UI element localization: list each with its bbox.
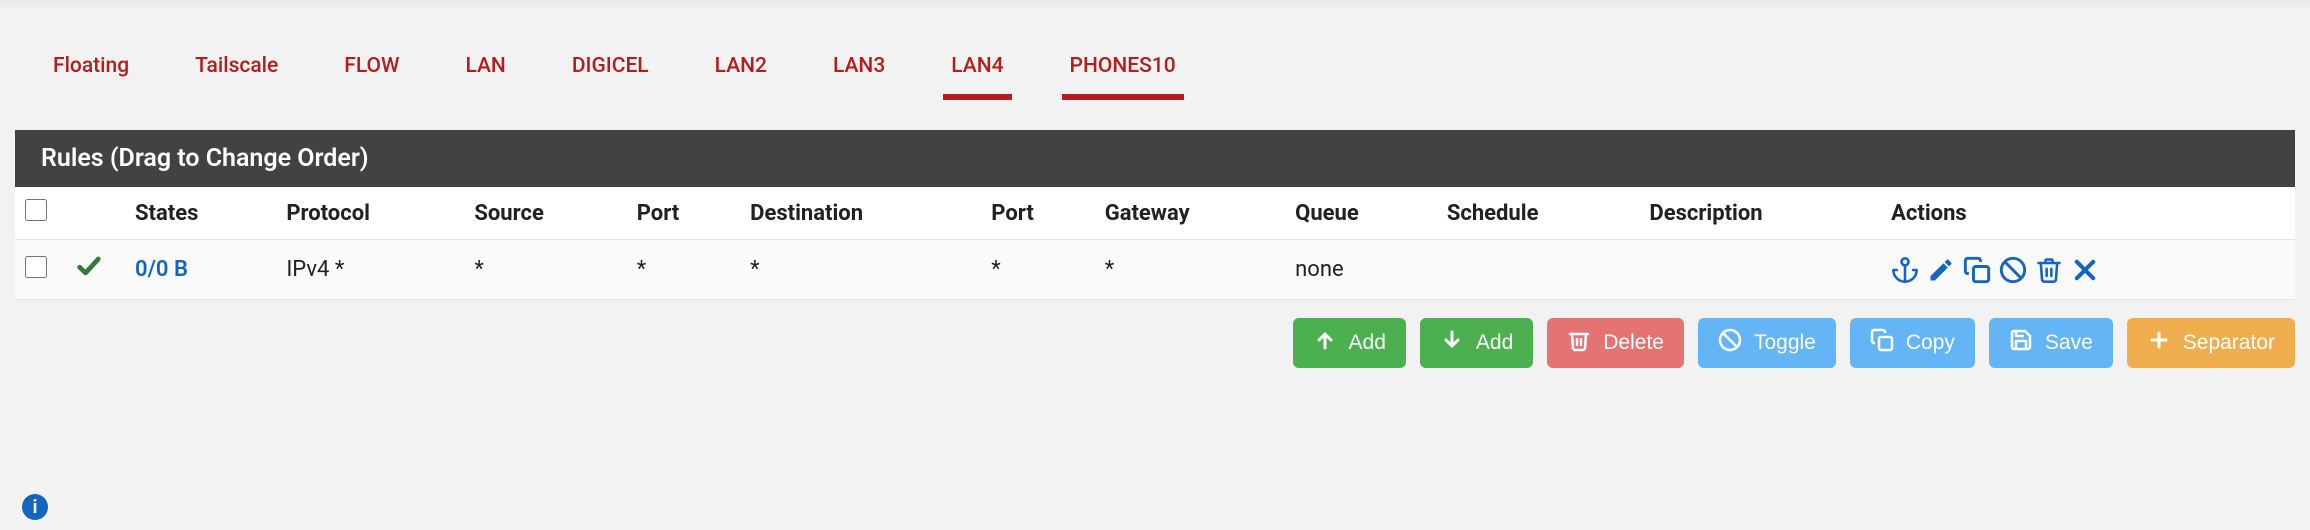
- save-button[interactable]: Save: [1989, 318, 2113, 368]
- copy-icon[interactable]: [1963, 256, 1991, 284]
- cell-destination: *: [740, 240, 981, 300]
- pencil-icon[interactable]: [1927, 256, 1955, 284]
- arrow-down-icon: [1440, 328, 1464, 358]
- add-top-label: Add: [1349, 331, 1386, 355]
- tab-tailscale[interactable]: Tailscale: [187, 46, 286, 100]
- copy-button[interactable]: Copy: [1850, 318, 1975, 368]
- row-checkbox[interactable]: [25, 256, 47, 278]
- tab-lan4[interactable]: LAN4: [943, 46, 1011, 100]
- table-row[interactable]: 0/0 B IPv4 * * * * * * none: [15, 240, 2295, 300]
- col-actions: Actions: [1881, 187, 2295, 240]
- col-schedule: Schedule: [1437, 187, 1640, 240]
- add-bottom-button[interactable]: Add: [1420, 318, 1533, 368]
- tab-floating[interactable]: Floating: [45, 46, 137, 100]
- footer-buttons: Add Add Delete Toggle Copy: [0, 300, 2310, 368]
- col-select-all[interactable]: [15, 187, 65, 240]
- cell-description: [1639, 240, 1881, 300]
- info-icon[interactable]: i: [22, 494, 48, 520]
- trash-icon[interactable]: [2035, 256, 2063, 284]
- cell-queue: none: [1285, 240, 1437, 300]
- add-top-button[interactable]: Add: [1293, 318, 1406, 368]
- cell-gateway: *: [1095, 240, 1285, 300]
- anchor-icon[interactable]: [1891, 256, 1919, 284]
- separator-label: Separator: [2183, 331, 2275, 355]
- trash-icon: [1567, 328, 1591, 358]
- cell-port2: *: [981, 240, 1094, 300]
- ban-icon[interactable]: [1999, 256, 2027, 284]
- col-description: Description: [1639, 187, 1881, 240]
- tab-lan2[interactable]: LAN2: [707, 46, 775, 100]
- cell-port1: *: [627, 240, 740, 300]
- x-icon[interactable]: [2071, 256, 2099, 284]
- row-actions: [1891, 256, 2285, 284]
- col-queue: Queue: [1285, 187, 1437, 240]
- col-port2: Port: [981, 187, 1094, 240]
- select-all-checkbox[interactable]: [25, 199, 47, 221]
- col-state-icon: [65, 187, 125, 240]
- rules-table: States Protocol Source Port Destination …: [15, 187, 2295, 300]
- col-protocol: Protocol: [276, 187, 464, 240]
- delete-label: Delete: [1603, 331, 1664, 355]
- ban-icon: [1718, 328, 1742, 358]
- toggle-button[interactable]: Toggle: [1698, 318, 1836, 368]
- delete-button[interactable]: Delete: [1547, 318, 1684, 368]
- save-label: Save: [2045, 331, 2093, 355]
- rules-panel: Rules (Drag to Change Order) States Prot…: [15, 130, 2295, 300]
- tab-lan[interactable]: LAN: [457, 46, 513, 100]
- states-link[interactable]: 0/0 B: [135, 257, 188, 282]
- topbar-shadow: [0, 0, 2310, 10]
- arrow-up-icon: [1313, 328, 1337, 358]
- cell-protocol: IPv4 *: [276, 240, 464, 300]
- cell-source: *: [464, 240, 626, 300]
- col-destination: Destination: [740, 187, 981, 240]
- col-states: States: [125, 187, 276, 240]
- toggle-label: Toggle: [1754, 331, 1816, 355]
- separator-button[interactable]: Separator: [2127, 318, 2295, 368]
- save-icon: [2009, 328, 2033, 358]
- interface-tabs: Floating Tailscale FLOW LAN DIGICEL LAN2…: [0, 10, 2310, 130]
- panel-title: Rules (Drag to Change Order): [15, 130, 2295, 187]
- tab-lan3[interactable]: LAN3: [825, 46, 893, 100]
- copy-icon: [1870, 328, 1894, 358]
- tab-flow[interactable]: FLOW: [336, 46, 407, 100]
- plus-icon: [2147, 328, 2171, 358]
- tab-phones10[interactable]: PHONES10: [1062, 46, 1184, 100]
- col-source: Source: [464, 187, 626, 240]
- cell-schedule: [1437, 240, 1640, 300]
- tab-digicel[interactable]: DIGICEL: [564, 46, 657, 100]
- col-gateway: Gateway: [1095, 187, 1285, 240]
- col-port1: Port: [627, 187, 740, 240]
- add-bottom-label: Add: [1476, 331, 1513, 355]
- copy-label: Copy: [1906, 331, 1955, 355]
- check-icon: [75, 254, 103, 287]
